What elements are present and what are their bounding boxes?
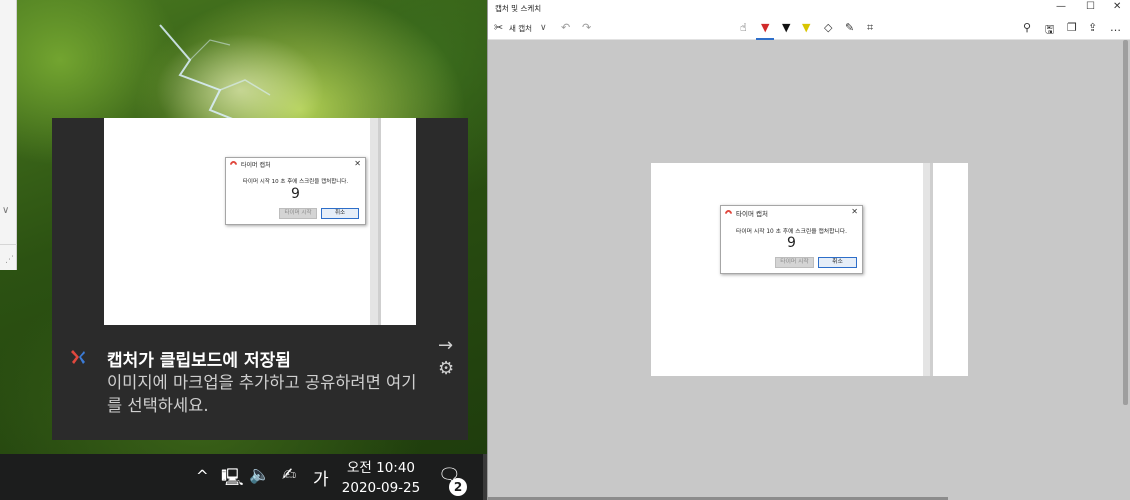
- snip-app-icon: [228, 159, 239, 170]
- zoom-icon[interactable]: ⚲: [1023, 21, 1031, 34]
- touch-writing-icon[interactable]: ☝: [740, 21, 747, 34]
- image-scrollbar-edge: [930, 163, 933, 376]
- dialog-title: 타이머 캡처: [723, 208, 768, 218]
- dialog-message: 타이머 시작 10 초 후에 스크린을 캡처합니다.: [242, 179, 349, 185]
- image-scrollbar: [923, 163, 930, 376]
- vertical-scrollbar[interactable]: [1123, 40, 1128, 405]
- volume-icon[interactable]: 🔈: [249, 465, 270, 485]
- new-snip-icon[interactable]: ✂: [494, 21, 503, 34]
- pencil-icon[interactable]: ▼: [782, 21, 790, 34]
- arrow-right-icon[interactable]: →: [438, 335, 453, 356]
- snip-app-icon: [723, 208, 734, 218]
- snip-sketch-app-icon: [71, 350, 85, 364]
- toolbar: ✂ 새 캡처 ∨ ↶ ↷ ☝ ▼ ▼ ▼ ◇ ✎ ⌗ ⚲ 🖫 ❐ ⇪ …: [488, 17, 1130, 40]
- timer-capture-dialog-preview: 타이머 캡처 ✕ 타이머 시작 10 초 후에 스크린을 캡처합니다. 9 타이…: [225, 157, 366, 225]
- window-title: 캡처 및 스케치: [495, 4, 542, 13]
- chevron-down-icon[interactable]: ∨: [2, 205, 9, 216]
- maximize-button[interactable]: ☐: [1086, 1, 1095, 12]
- eraser-icon[interactable]: ◇: [824, 21, 832, 34]
- taskbar-clock[interactable]: 오전 10:40 2020-09-25: [336, 458, 426, 498]
- dialog-message: 타이머 시작 10 초 후에 스크린을 캡처합니다.: [736, 229, 847, 235]
- capture-thumbnail[interactable]: 타이머 캡처 ✕ 타이머 시작 10 초 후에 스크린을 캡처합니다. 9 타이…: [104, 118, 416, 325]
- save-icon[interactable]: 🖫: [1045, 21, 1054, 40]
- more-options-icon[interactable]: …: [1110, 21, 1121, 34]
- network-icon[interactable]: 🖳: [221, 465, 244, 494]
- show-hidden-icons-chevron-icon[interactable]: ^: [196, 467, 209, 485]
- desktop-wallpaper: ∨ ⋰ 타이머 캡처 ✕ 타이머 시작 10 초 후에 스크린을 캡처합니다. …: [0, 0, 487, 500]
- title-bar: 캡처 및 스케치 — ☐ ✕: [488, 0, 1130, 17]
- share-icon[interactable]: ⇪: [1088, 21, 1097, 34]
- background-window-edge: ∨ ⋰: [0, 0, 17, 270]
- ballpoint-pen-icon[interactable]: ▼: [761, 21, 769, 34]
- close-icon: ✕: [851, 207, 858, 216]
- start-timer-button: 타이머 시작: [279, 208, 317, 219]
- taskbar: ^ 🖳 🔈 ✍ 가 오전 10:40 2020-09-25 🗨 2: [0, 454, 487, 500]
- cancel-button: 취소: [818, 257, 857, 268]
- thumbnail-scrollbar-edge: [378, 118, 381, 325]
- captured-image[interactable]: 타이머 캡처 ✕ 타이머 시작 10 초 후에 스크린을 캡처합니다. 9 타이…: [651, 163, 968, 376]
- divider: [0, 244, 17, 245]
- close-icon: ✕: [354, 159, 361, 168]
- snip-sketch-window: 캡처 및 스케치 — ☐ ✕ ✂ 새 캡처 ∨ ↶ ↷ ☝ ▼ ▼ ▼ ◇ ✎ …: [487, 0, 1130, 500]
- clock-date: 2020-09-25: [341, 480, 421, 496]
- copy-icon[interactable]: ❐: [1067, 21, 1077, 34]
- toast-body: 이미지에 마크업을 추가하고 공유하려면 여기를 선택하세요.: [107, 373, 417, 415]
- countdown-number: 9: [291, 186, 300, 202]
- start-timer-button: 타이머 시작: [775, 257, 814, 268]
- pen-workspace-icon[interactable]: ✍: [282, 465, 296, 485]
- highlighter-icon[interactable]: ▼: [802, 21, 810, 34]
- undo-icon[interactable]: ↶: [561, 21, 570, 34]
- dialog-title: 타이머 캡처: [228, 159, 271, 170]
- redo-icon[interactable]: ↷: [582, 21, 591, 34]
- close-button[interactable]: ✕: [1113, 1, 1121, 12]
- new-snip-button[interactable]: 새 캡처: [509, 23, 532, 34]
- ruler-icon[interactable]: ✎: [845, 21, 854, 34]
- ime-indicator[interactable]: 가: [313, 465, 329, 490]
- snip-canvas[interactable]: 타이머 캡처 ✕ 타이머 시작 10 초 후에 스크린을 캡처합니다. 9 타이…: [488, 40, 1130, 500]
- thumbnail-scrollbar: [370, 118, 378, 325]
- minimize-button[interactable]: —: [1056, 1, 1066, 12]
- dialog-title-text: 타이머 캡처: [736, 210, 768, 218]
- notification-count-badge: 2: [449, 478, 467, 496]
- toast-title: 캡처가 클립보드에 저장됨: [107, 351, 291, 371]
- timer-capture-dialog-image: 타이머 캡처 ✕ 타이머 시작 10 초 후에 스크린을 캡처합니다. 9 타이…: [720, 205, 863, 274]
- dialog-title-text: 타이머 캡처: [241, 162, 271, 169]
- crop-icon[interactable]: ⌗: [867, 21, 873, 35]
- chevron-down-icon[interactable]: ∨: [540, 23, 547, 33]
- resize-grip-icon[interactable]: ⋰: [5, 255, 14, 265]
- cancel-button: 취소: [321, 208, 359, 219]
- gear-icon[interactable]: ⚙: [438, 358, 454, 379]
- countdown-number: 9: [787, 235, 796, 251]
- clipboard-toast-notification[interactable]: 타이머 캡처 ✕ 타이머 시작 10 초 후에 스크린을 캡처합니다. 9 타이…: [52, 118, 468, 440]
- clock-time: 오전 10:40: [346, 460, 416, 476]
